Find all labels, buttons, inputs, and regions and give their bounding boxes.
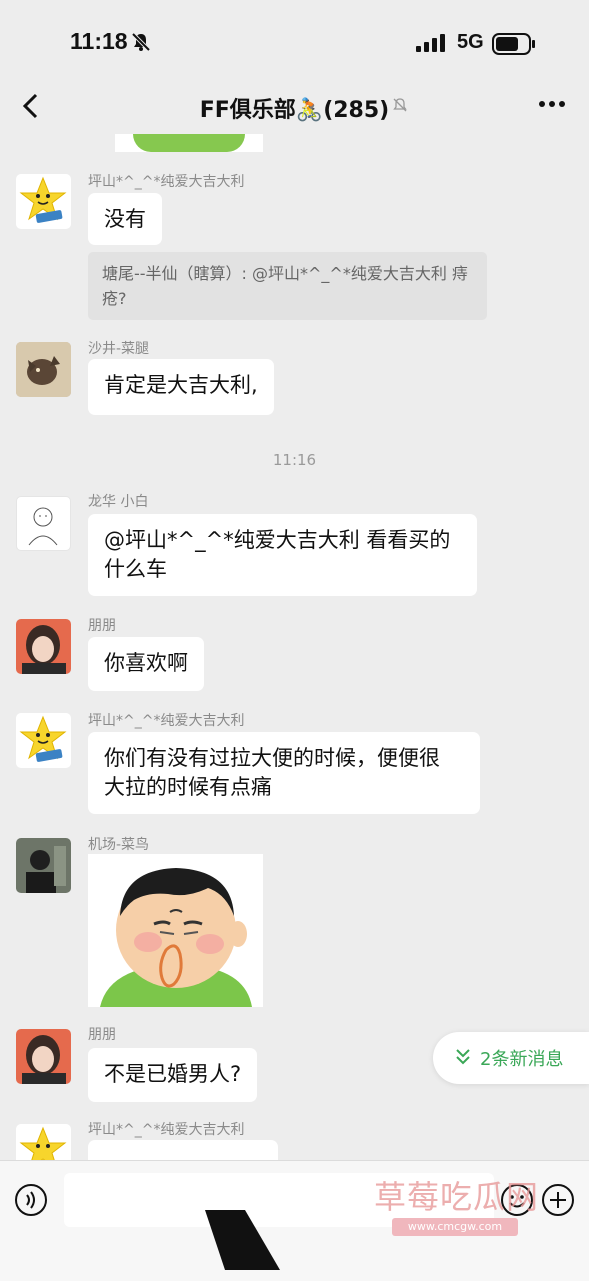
avatar[interactable] [16, 1124, 71, 1160]
status-time: 11:18 [70, 28, 128, 54]
message-bubble[interactable]: @坪山*^_^*纯爱大吉大利 看看买的 什么车 [88, 514, 477, 596]
watermark-text: 草莓吃瓜网 [374, 1178, 540, 1216]
battery-icon [492, 33, 535, 55]
message-bubble[interactable]: 你喜欢啊 [88, 637, 204, 691]
sender-name: 坪山*^_^*纯爱大吉大利 [88, 1122, 245, 1138]
more-icon[interactable] [538, 94, 566, 114]
message-bubble[interactable]: 不是已婚男人? [88, 1048, 258, 1102]
message-bubble[interactable]: 肯定是大吉大利, [88, 359, 274, 415]
bell-off-icon [131, 32, 151, 52]
mute-bell-icon [393, 98, 407, 112]
nose-picking-man-sticker[interactable] [88, 854, 263, 1007]
sender-name: 龙华 小白 [88, 494, 149, 510]
signal-icon [416, 34, 445, 52]
sender-name: 坪山*^_^*纯爱大吉大利 [88, 174, 245, 190]
sender-name: 机场-菜鸟 [88, 837, 150, 853]
status-bar: 11:18 5G [0, 0, 589, 80]
sender-name: 沙井-菜腿 [88, 341, 150, 357]
sender-name: 朋朋 [88, 618, 116, 634]
avatar[interactable] [16, 838, 71, 893]
avatar[interactable] [16, 619, 71, 674]
message-bubble[interactable]: 没有 [88, 193, 162, 245]
avatar[interactable] [16, 713, 71, 768]
new-messages-label: 2条新消息 [480, 1049, 564, 1070]
double-chevron-down-icon [456, 1049, 470, 1065]
avatar[interactable] [16, 496, 71, 551]
chat-title: FF俱乐部🚴(285) [199, 98, 390, 123]
message-line: 什么车 [104, 557, 167, 581]
voice-icon[interactable] [14, 1183, 48, 1217]
avatar[interactable] [16, 174, 71, 229]
new-messages-button[interactable]: 2条新消息 [433, 1032, 589, 1084]
avatar[interactable] [16, 1029, 71, 1084]
avatar[interactable] [16, 342, 71, 397]
chat-title-bar: FF俱乐部🚴(285) [0, 80, 589, 134]
plus-icon[interactable] [541, 1183, 575, 1217]
chat-timestamp: 11:16 [272, 451, 317, 469]
message-line: 你们有没有过拉大便的时候，便便很 [104, 746, 440, 770]
message-bubble[interactable] [88, 1140, 278, 1160]
chat-message-list[interactable]: 坪山*^_^*纯爱大吉大利 没有 塘尾--半仙（瞎算）: @坪山*^_^*纯爱大… [0, 134, 589, 1160]
network-type: 5G [457, 31, 484, 53]
watermark-url: www.cmcgw.com [392, 1218, 518, 1236]
sender-name: 坪山*^_^*纯爱大吉大利 [88, 713, 245, 729]
home-indicator-shape [205, 1210, 280, 1270]
sender-name: 朋朋 [88, 1027, 116, 1043]
quoted-message[interactable]: 塘尾--半仙（瞎算）: @坪山*^_^*纯爱大吉大利 痔疮? [88, 252, 487, 320]
previous-sticker-fragment [115, 134, 263, 152]
message-bubble[interactable]: 你们有没有过拉大便的时候，便便很 大拉的时候有点痛 [88, 732, 480, 814]
message-line: @坪山*^_^*纯爱大吉大利 看看买的 [104, 528, 451, 552]
message-line: 大拉的时候有点痛 [104, 775, 272, 799]
